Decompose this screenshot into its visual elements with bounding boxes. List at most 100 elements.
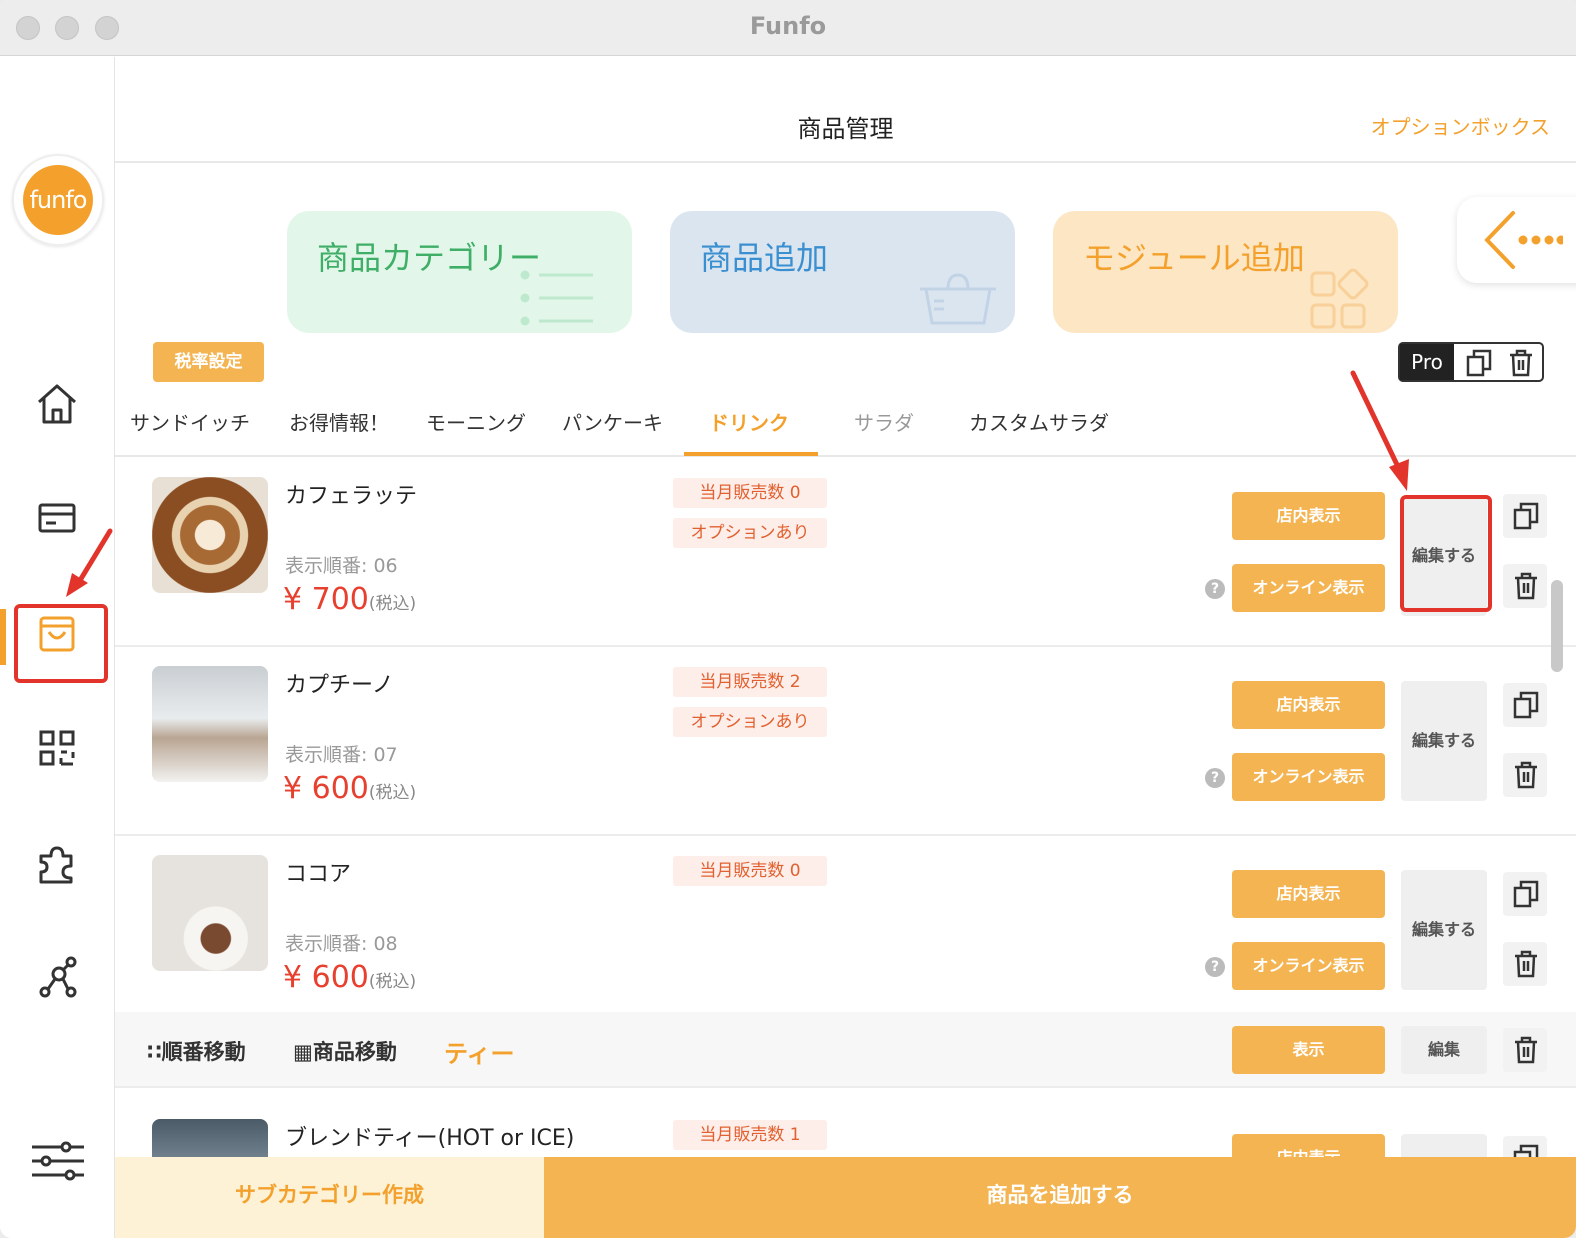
product-category-card[interactable]: 商品カテゴリー <box>287 211 632 333</box>
add-module-label: モジュール追加 <box>1083 239 1305 277</box>
scrollbar[interactable] <box>1551 580 1563 672</box>
category-tabs: サンドイッチ お得情報！ モーニング パンケーキ ドリンク サラダ カスタムサラ… <box>115 395 1576 457</box>
tax-included-label: (税込) <box>368 594 417 614</box>
show-subcategory-button[interactable]: 表示 <box>1232 1026 1385 1074</box>
product-price: ¥ 600 <box>283 960 369 995</box>
product-price-line: ¥ 600(税込) <box>283 771 416 806</box>
online-display-button[interactable]: オンライン表示 <box>1232 942 1385 990</box>
edit-subcategory-button[interactable]: 編集 <box>1401 1026 1487 1074</box>
create-subcategory-button[interactable]: サブカテゴリー作成 <box>115 1157 544 1238</box>
delete-product-button[interactable] <box>1503 942 1547 986</box>
page-title: 商品管理 <box>797 115 894 143</box>
pro-badge[interactable]: Pro <box>1400 344 1454 380</box>
pot-icon <box>920 273 996 325</box>
product-row: カプチーノ 表示順番: 07 ¥ 600(税込) 当月販売数 2 オプションあり… <box>115 647 1576 836</box>
active-tab-underline <box>684 452 818 456</box>
tab-deals[interactable]: お得情報！ <box>289 407 389 436</box>
active-nav-indicator <box>0 609 6 665</box>
product-name: ブレンドティー(HOT or ICE) <box>285 1126 575 1151</box>
product-row: カフェラッテ 表示順番: 06 ¥ 700(税込) 当月販売数 0 オプションあ… <box>115 458 1576 647</box>
product-image <box>152 477 268 593</box>
monthly-sales-badge: 当月販売数 0 <box>673 478 827 508</box>
online-display-button[interactable]: オンライン表示 <box>1232 753 1385 801</box>
monthly-sales-badge: 当月販売数 1 <box>673 1120 827 1150</box>
back-arrow-icon <box>1484 211 1563 269</box>
store-display-button[interactable]: 店内表示 <box>1232 492 1385 540</box>
subcategory-name: ティー <box>444 1040 515 1068</box>
trash-icon <box>1515 1036 1537 1064</box>
home-icon[interactable] <box>33 380 81 428</box>
app-window: Funfo funfo 商品管理 オプションボックス 商品カテゴリー 商品追加 … <box>0 0 1576 1238</box>
delete-product-button[interactable] <box>1503 564 1547 608</box>
delete-subcategory-button[interactable] <box>1503 1028 1547 1072</box>
display-order: 表示順番: 06 <box>285 555 398 577</box>
move-product-button[interactable]: ▦商品移動 <box>293 1036 397 1066</box>
trash-icon <box>1515 950 1537 978</box>
tab-drink[interactable]: ドリンク <box>709 407 789 436</box>
tax-included-label: (税込) <box>368 972 417 992</box>
edit-button[interactable]: 編集する <box>1401 681 1487 801</box>
online-display-button[interactable]: オンライン表示 <box>1232 564 1385 612</box>
pro-toolbar: Pro <box>1398 342 1544 382</box>
help-icon[interactable]: ? <box>1205 768 1225 788</box>
help-icon[interactable]: ? <box>1205 579 1225 599</box>
product-price: ¥ 700 <box>283 582 369 617</box>
monthly-sales-badge: 当月販売数 0 <box>673 856 827 886</box>
help-icon[interactable]: ? <box>1205 957 1225 977</box>
page-header: 商品管理 オプションボックス <box>115 57 1576 163</box>
add-product-card[interactable]: 商品追加 <box>670 211 1015 333</box>
copy-product-button[interactable] <box>1503 494 1547 538</box>
product-price-line: ¥ 700(税込) <box>283 582 416 617</box>
move-product-label: 商品移動 <box>312 1040 397 1064</box>
store-display-button[interactable]: 店内表示 <box>1232 681 1385 729</box>
option-box-link[interactable]: オプションボックス <box>1371 111 1550 140</box>
copy-icon <box>1513 502 1539 530</box>
product-image <box>152 666 268 782</box>
add-product-label: 商品追加 <box>700 239 829 277</box>
monthly-sales-badge: 当月販売数 2 <box>673 667 827 697</box>
product-image <box>152 1119 268 1160</box>
has-options-badge: オプションあり <box>673 518 827 548</box>
tab-salad[interactable]: サラダ <box>854 407 914 436</box>
copy-icon[interactable] <box>1466 349 1492 377</box>
tab-custom-salad[interactable]: カスタムサラダ <box>969 407 1109 436</box>
product-price: ¥ 600 <box>283 771 369 806</box>
store-display-button[interactable]: 店内表示 <box>1232 870 1385 918</box>
has-options-badge: オプションあり <box>673 707 827 737</box>
card-icon[interactable] <box>33 494 81 542</box>
puzzle-icon[interactable] <box>33 840 81 888</box>
trash-icon <box>1515 761 1537 789</box>
window-title: Funfo <box>749 12 827 40</box>
collapse-panel-card[interactable] <box>1457 197 1576 283</box>
sidebar-highlight-box <box>14 604 108 683</box>
edit-highlight-box <box>1400 495 1492 612</box>
copy-product-button[interactable] <box>1503 872 1547 916</box>
qr-code-icon[interactable] <box>33 724 81 772</box>
tab-sandwich[interactable]: サンドイッチ <box>130 407 250 436</box>
reorder-label: 順番移動 <box>161 1040 246 1064</box>
add-product-button[interactable]: 商品を追加する <box>544 1157 1576 1238</box>
product-name: カフェラッテ <box>285 484 418 509</box>
display-order: 表示順番: 08 <box>285 933 398 955</box>
bottom-action-bar: サブカテゴリー作成 商品を追加する <box>115 1157 1576 1238</box>
modules-icon <box>1310 268 1369 329</box>
product-image <box>152 855 268 971</box>
product-row: ココア 表示順番: 08 ¥ 600(税込) 当月販売数 0 店内表示 ? オン… <box>115 836 1576 1025</box>
edit-button[interactable]: 編集する <box>1401 870 1487 990</box>
subcategory-bar: ∷順番移動 ▦商品移動 ティー 表示 編集 <box>115 1012 1576 1088</box>
drag-handle-icon: ∷ <box>147 1040 162 1064</box>
copy-product-button[interactable] <box>1503 683 1547 727</box>
sliders-icon[interactable] <box>30 1137 86 1185</box>
product-category-label: 商品カテゴリー <box>317 239 542 277</box>
tab-pancake[interactable]: パンケーキ <box>562 407 663 436</box>
delete-product-button[interactable] <box>1503 753 1547 797</box>
network-icon[interactable] <box>33 954 81 1002</box>
tax-included-label: (税込) <box>368 783 417 803</box>
brand-logo[interactable]: funfo <box>12 154 104 246</box>
tax-setting-button[interactable]: 税率設定 <box>153 342 264 382</box>
reorder-button[interactable]: ∷順番移動 <box>147 1036 246 1066</box>
tab-morning[interactable]: モーニング <box>426 407 526 436</box>
title-bar: Funfo <box>0 0 1576 56</box>
add-module-card[interactable]: モジュール追加 <box>1053 211 1398 333</box>
trash-icon[interactable] <box>1508 349 1534 377</box>
